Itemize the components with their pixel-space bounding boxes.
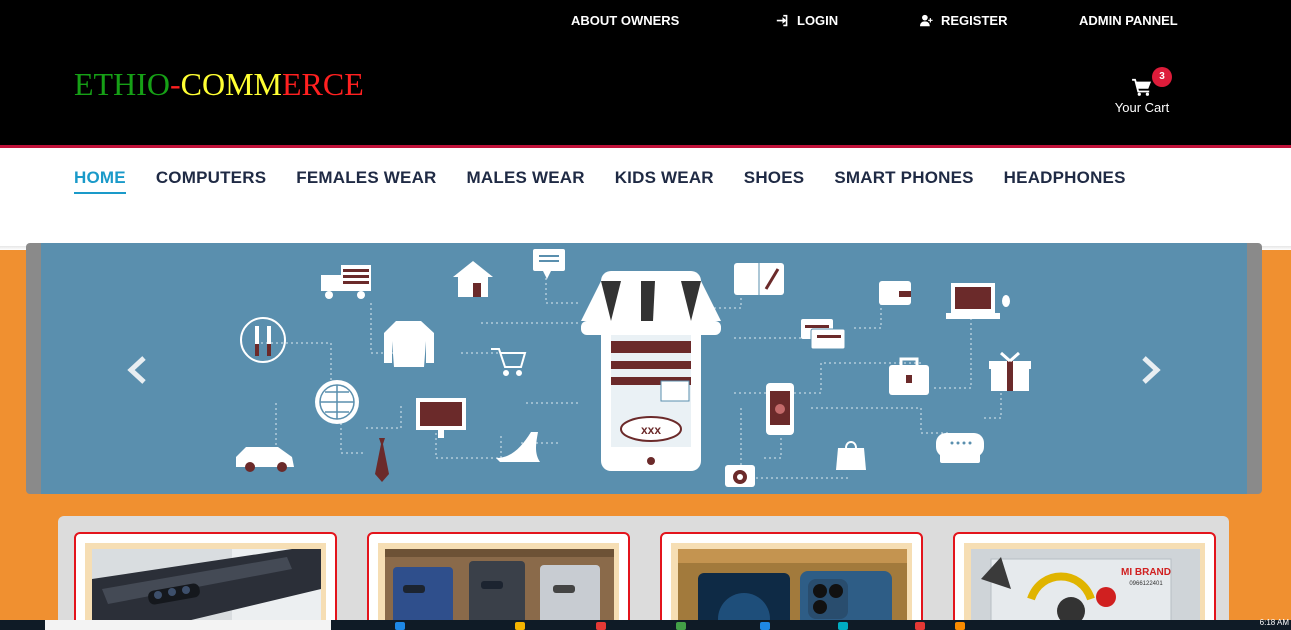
login-icon — [776, 14, 788, 27]
taskbar-app-icon[interactable] — [676, 622, 686, 630]
os-taskbar: 6:18 AM — [0, 618, 1291, 630]
taskbar-app-icon[interactable] — [395, 622, 405, 630]
taskbar-app-icon[interactable] — [596, 622, 606, 630]
nav-females-wear[interactable]: FEMALES WEAR — [296, 168, 436, 194]
carousel-next-button[interactable] — [1138, 355, 1164, 385]
product-image-frame: MI BRAND 0966122401 — [964, 543, 1205, 630]
carousel-prev-button[interactable] — [124, 355, 150, 385]
admin-panel-link[interactable]: ADMIN PANNEL — [1079, 13, 1178, 28]
taskbar-app-icon[interactable] — [955, 622, 965, 630]
taskbar-app-icon[interactable] — [915, 622, 925, 630]
logo-dash: - — [169, 66, 181, 102]
nav-males-wear[interactable]: MALES WEAR — [467, 168, 585, 194]
nav-shoes[interactable]: SHOES — [744, 168, 805, 194]
product-photo-iphone — [678, 549, 907, 630]
brand-phone: 0966122401 — [1129, 581, 1163, 587]
product-card[interactable] — [74, 532, 337, 630]
taskbar-app-icon[interactable] — [838, 622, 848, 630]
cart-label: Your Cart — [1114, 100, 1170, 115]
chevron-left-icon — [127, 356, 146, 384]
nav-home[interactable]: HOME — [74, 168, 126, 194]
product-card[interactable] — [660, 532, 923, 630]
chevron-right-icon — [1142, 356, 1161, 384]
taskbar-search[interactable] — [45, 620, 331, 630]
brand-watermark: MI BRAND — [1121, 567, 1171, 578]
logo-part-green: ETHIO — [74, 66, 170, 102]
product-photo-headphones: MI BRAND 0966122401 — [971, 549, 1200, 630]
cart-icon — [1132, 78, 1151, 96]
add-user-icon — [920, 14, 933, 27]
nav-smart-phones[interactable]: SMART PHONES — [834, 168, 973, 194]
product-photo-samsung-galaxy — [92, 549, 321, 630]
taskbar-app-icon[interactable] — [760, 622, 770, 630]
cart-button[interactable]: Your Cart 3 — [1110, 67, 1174, 115]
nav-headphones[interactable]: HEADPHONES — [1004, 168, 1126, 194]
product-image-frame — [378, 543, 619, 630]
product-photo-galaxy-note — [385, 549, 614, 630]
admin-panel-label: ADMIN PANNEL — [1079, 13, 1178, 28]
product-image-frame — [85, 543, 326, 630]
about-owners-link[interactable]: ABOUT OWNERS — [571, 13, 679, 28]
carousel-slide-ecommerce: xxx — [41, 243, 1247, 494]
taskbar-app-icon[interactable] — [515, 622, 525, 630]
product-card[interactable]: MI BRAND 0966122401 — [953, 532, 1216, 630]
about-owners-label: ABOUT OWNERS — [571, 13, 680, 28]
product-card[interactable] — [367, 532, 630, 630]
ecommerce-illustration: xxx — [236, 249, 1031, 487]
login-label: LOGIN — [797, 13, 839, 28]
register-label: REGISTER — [941, 13, 1008, 28]
logo-part-yellow: COMM — [180, 66, 282, 102]
logo-part-red: ERCE — [281, 66, 364, 102]
slide-sign-text: xxx — [641, 423, 661, 437]
top-header: ABOUT OWNERS LOGIN REGISTER ADMIN PANNEL… — [0, 0, 1291, 145]
site-logo[interactable]: ETHIO-COMMERCE — [74, 66, 364, 103]
register-link[interactable]: REGISTER — [920, 13, 1007, 28]
header-divider — [0, 145, 1291, 148]
nav-kids-wear[interactable]: KIDS WEAR — [615, 168, 714, 194]
taskbar-clock: 6:18 AM — [1259, 618, 1289, 627]
nav-computers[interactable]: COMPUTERS — [156, 168, 266, 194]
hero-carousel: xxx — [26, 243, 1262, 494]
category-nav: HOME COMPUTERS FEMALES WEAR MALES WEAR K… — [74, 168, 1126, 194]
cart-count-badge: 3 — [1152, 67, 1172, 87]
product-image-frame — [671, 543, 912, 630]
login-link[interactable]: LOGIN — [776, 13, 838, 28]
